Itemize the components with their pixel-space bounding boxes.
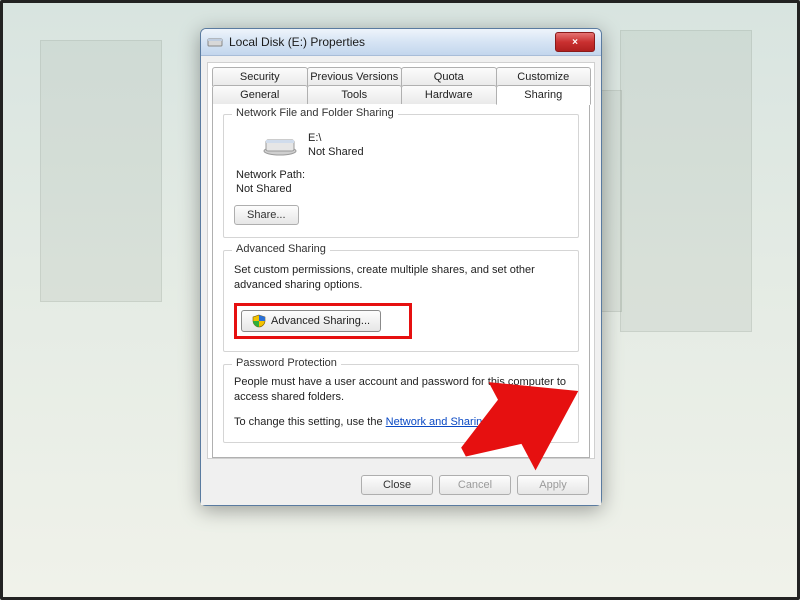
highlight-box: Advanced Sharing... [234, 303, 412, 339]
dialog-footer: Close Cancel Apply [201, 465, 601, 505]
tab-quota[interactable]: Quota [401, 67, 497, 86]
close-dialog-button[interactable]: Close [361, 475, 433, 495]
close-icon: × [572, 37, 578, 48]
tab-security[interactable]: Security [212, 67, 308, 86]
advanced-description: Set custom permissions, create multiple … [234, 263, 568, 293]
network-sharing-center-link[interactable]: Network and Sharing Center [386, 416, 524, 428]
tab-customize[interactable]: Customize [496, 67, 592, 86]
advanced-sharing-label: Advanced Sharing... [271, 315, 370, 327]
password-line1: People must have a user account and pass… [234, 375, 568, 405]
window-title: Local Disk (E:) Properties [229, 35, 555, 49]
cancel-button[interactable]: Cancel [439, 475, 511, 495]
drive-large-icon [262, 134, 298, 156]
drive-status: Not Shared [308, 145, 364, 159]
tab-tools[interactable]: Tools [307, 85, 403, 104]
tab-sharing[interactable]: Sharing [496, 85, 592, 105]
dialog-body: Security Previous Versions Quota Customi… [207, 62, 595, 459]
tab-panel-sharing: Network File and Folder Sharing E:\ Not … [212, 103, 590, 458]
group-network-sharing: Network File and Folder Sharing E:\ Not … [223, 114, 579, 238]
titlebar[interactable]: Local Disk (E:) Properties × [201, 29, 601, 56]
password-line2-prefix: To change this setting, use the [234, 416, 386, 428]
group-title-advanced: Advanced Sharing [232, 243, 330, 255]
network-path-value: Not Shared [236, 183, 568, 195]
tab-previous-versions[interactable]: Previous Versions [307, 67, 403, 86]
group-title-network: Network File and Folder Sharing [232, 107, 398, 119]
properties-dialog: Local Disk (E:) Properties × Security Pr… [200, 28, 602, 506]
advanced-sharing-button[interactable]: Advanced Sharing... [241, 310, 381, 332]
uac-shield-icon [252, 314, 266, 328]
share-button[interactable]: Share... [234, 205, 299, 225]
password-line2-suffix: . [524, 416, 527, 428]
apply-button[interactable]: Apply [517, 475, 589, 495]
tab-hardware[interactable]: Hardware [401, 85, 497, 104]
group-title-password: Password Protection [232, 357, 341, 369]
password-line2: To change this setting, use the Network … [234, 415, 568, 430]
drive-label: E:\ [308, 131, 364, 145]
tab-strip: Security Previous Versions Quota Customi… [208, 63, 594, 458]
close-button[interactable]: × [555, 32, 595, 52]
drive-icon [207, 36, 223, 48]
network-path-label: Network Path: [236, 169, 568, 181]
group-advanced-sharing: Advanced Sharing Set custom permissions,… [223, 250, 579, 352]
group-password-protection: Password Protection People must have a u… [223, 364, 579, 443]
tab-general[interactable]: General [212, 85, 308, 104]
